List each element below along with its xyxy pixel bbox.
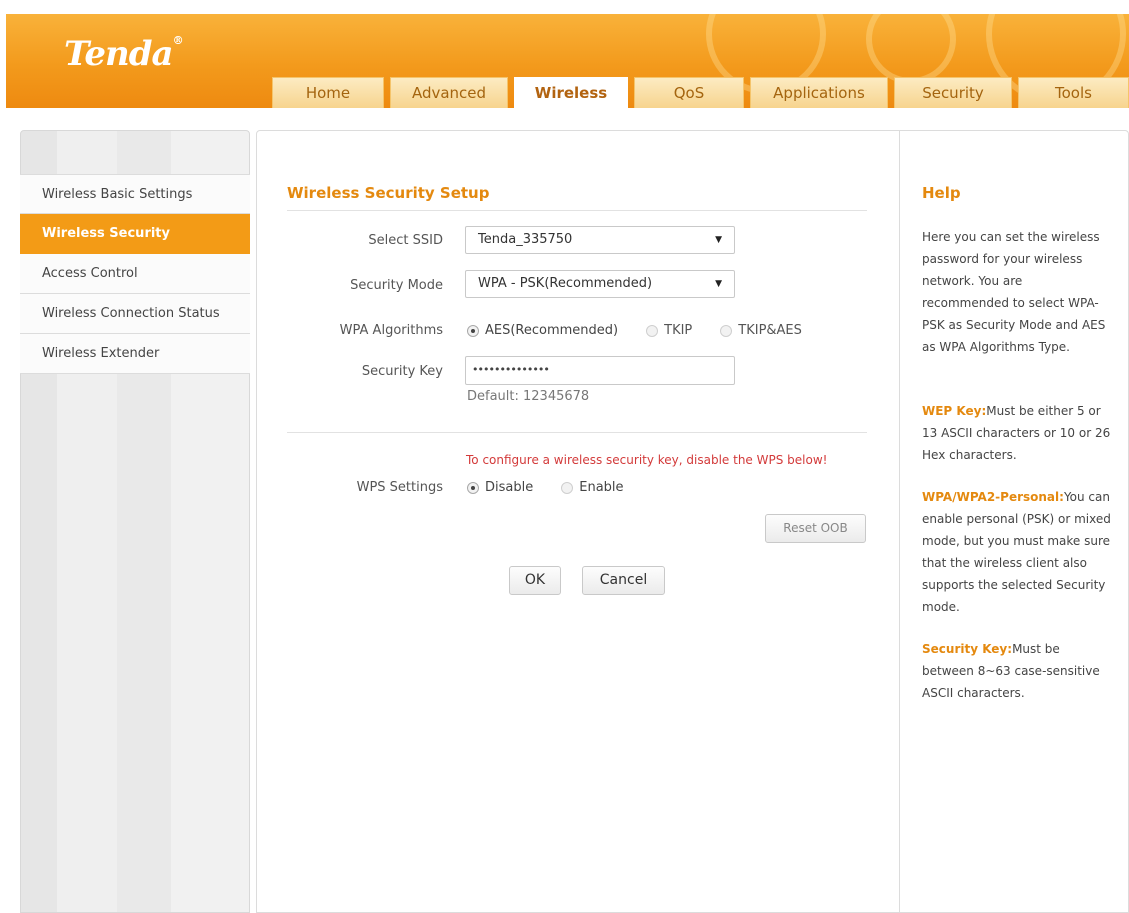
- radio-wps-enable[interactable]: [561, 481, 574, 494]
- radio-wps-disable[interactable]: [467, 481, 479, 494]
- wps-settings-label: WPS Settings: [356, 480, 443, 495]
- security-key-default-hint: Default: 12345678: [467, 389, 590, 404]
- sidebar-item-access-control[interactable]: Access Control: [20, 254, 250, 294]
- tenda-logo[interactable]: Tenda®: [64, 34, 184, 74]
- tab-qos[interactable]: QoS: [634, 77, 744, 108]
- ssid-select[interactable]: Tenda_335750 ▼: [465, 226, 735, 254]
- select-ssid-label: Select SSID: [368, 233, 443, 248]
- wpa-algorithms-group: AES(Recommended) TKIP TKIP&AES: [467, 323, 830, 338]
- ok-button[interactable]: OK: [509, 566, 561, 595]
- reset-oob-button[interactable]: Reset OOB: [765, 514, 866, 543]
- dropdown-arrow-icon: ▼: [715, 279, 722, 289]
- tab-advanced[interactable]: Advanced: [390, 77, 508, 108]
- title-divider: [287, 210, 867, 211]
- sidebar-item-wireless-extender[interactable]: Wireless Extender: [20, 334, 250, 374]
- wpa-algorithms-label: WPA Algorithms: [339, 323, 443, 338]
- tab-home[interactable]: Home: [272, 77, 384, 108]
- sidebar-menu: Wireless Basic Settings Wireless Securit…: [20, 174, 250, 374]
- sidebar-item-wireless-connection-status[interactable]: Wireless Connection Status: [20, 294, 250, 334]
- help-sec-key: Security Key:: [922, 642, 1013, 656]
- radio-aes[interactable]: [467, 324, 479, 337]
- radio-tkip-label[interactable]: TKIP: [664, 323, 692, 338]
- cancel-button[interactable]: Cancel: [582, 566, 665, 595]
- tab-wireless[interactable]: Wireless: [514, 77, 628, 109]
- security-mode-label: Security Mode: [350, 278, 443, 293]
- tab-tools[interactable]: Tools: [1018, 77, 1129, 108]
- radio-tkip-aes[interactable]: [720, 324, 733, 337]
- ssid-select-value: Tenda_335750: [478, 232, 573, 247]
- page-title: Wireless Security Setup: [287, 184, 490, 202]
- radio-wps-disable-label[interactable]: Disable: [485, 480, 533, 495]
- dropdown-arrow-icon: ▼: [715, 235, 722, 245]
- security-mode-select[interactable]: WPA - PSK(Recommended) ▼: [465, 270, 735, 298]
- help-wep-key: WEP Key:: [922, 404, 987, 418]
- radio-aes-label[interactable]: AES(Recommended): [485, 323, 618, 338]
- sidebar-item-wireless-basic-settings[interactable]: Wireless Basic Settings: [20, 174, 250, 214]
- wps-settings-group: Disable Enable: [467, 480, 652, 495]
- section-divider: [287, 432, 867, 433]
- tab-security[interactable]: Security: [894, 77, 1012, 108]
- help-security-key: Security Key:Must be between 8~63 case-s…: [922, 638, 1112, 704]
- radio-tkip[interactable]: [646, 324, 659, 337]
- wps-warning-text: To configure a wireless security key, di…: [466, 453, 828, 467]
- help-wpa-text: You can enable personal (PSK) or mixed m…: [922, 490, 1111, 614]
- help-title: Help: [922, 184, 961, 202]
- help-intro: Here you can set the wireless password f…: [922, 230, 1106, 354]
- tab-applications[interactable]: Applications: [750, 77, 888, 108]
- help-wpa: WPA/WPA2-Personal:You can enable persona…: [922, 486, 1112, 618]
- security-mode-value: WPA - PSK(Recommended): [478, 276, 653, 291]
- radio-tkip-aes-label[interactable]: TKIP&AES: [738, 323, 802, 338]
- help-wep: WEP Key:Must be either 5 or 13 ASCII cha…: [922, 400, 1112, 466]
- security-key-input[interactable]: ••••••••••••••: [465, 356, 735, 385]
- help-wpa-key: WPA/WPA2-Personal:: [922, 490, 1064, 504]
- decorative-circle: [866, 14, 956, 84]
- security-key-label: Security Key: [361, 364, 443, 379]
- sidebar-item-wireless-security[interactable]: Wireless Security: [20, 214, 250, 254]
- radio-wps-enable-label[interactable]: Enable: [579, 480, 623, 495]
